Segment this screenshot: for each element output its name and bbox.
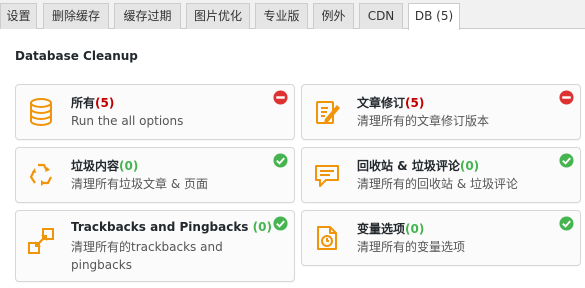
card-title: 变量选项(0) (357, 222, 425, 236)
card-description: Run the all options (71, 114, 184, 128)
count-badge: (0) (459, 159, 480, 173)
card-all[interactable]: 所有(5) Run the all options (15, 84, 295, 140)
tab-db[interactable]: DB (5) (408, 3, 460, 30)
tab-image-optimization[interactable]: 图片优化 (186, 3, 250, 29)
section-title: Database Cleanup (15, 49, 138, 63)
count-badge: (0) (119, 159, 139, 173)
tab-premium[interactable]: 专业版 (255, 3, 308, 29)
remove-icon (273, 90, 288, 105)
tab-cdn[interactable]: CDN (359, 3, 403, 29)
card-title: 所有(5) (71, 96, 115, 110)
card-trash-spam-comments[interactable]: 回收站 & 垃圾评论(0) 清理所有的回收站 & 垃圾评论 (301, 147, 581, 203)
card-trackbacks-pingbacks[interactable]: Trackbacks and Pingbacks (0) 清理所有的trackb… (15, 210, 295, 282)
check-icon (273, 216, 288, 231)
card-title: 文章修订(5) (357, 96, 425, 110)
tab-settings[interactable]: 设置 (0, 3, 37, 29)
card-description: 清理所有的trackbacks and pingbacks (71, 240, 223, 272)
card-post-revisions[interactable]: 文章修订(5) 清理所有的文章修订版本 (301, 84, 581, 140)
tab-exclude[interactable]: 例外 (313, 3, 354, 29)
tab-delete-cache[interactable]: 删除缓存 (43, 3, 109, 29)
check-icon (273, 153, 288, 168)
card-title: 回收站 & 垃圾评论(0) (357, 159, 480, 173)
edit-document-icon (316, 101, 340, 124)
arrows-icon (28, 228, 54, 254)
recycle-icon (29, 163, 52, 186)
card-description: 清理所有的变量选项 (357, 240, 466, 254)
card-description: 清理所有垃圾文章 & 页面 (71, 177, 208, 191)
card-transient-options[interactable]: 变量选项(0) 清理所有的变量选项 (301, 210, 581, 266)
tab-bar: 设置 删除缓存 缓存过期 图片优化 专业版 例外 CDN DB (5) (0, 0, 585, 30)
card-spam-content[interactable]: 垃圾内容(0) 清理所有垃圾文章 & 页面 (15, 147, 295, 203)
check-icon (559, 153, 574, 168)
count-badge: (5) (405, 96, 425, 110)
count-badge: (0) (405, 222, 425, 236)
database-icon (30, 98, 52, 126)
clock-page-icon (317, 226, 337, 250)
remove-icon (559, 90, 574, 105)
card-description: 清理所有的回收站 & 垃圾评论 (357, 177, 518, 191)
comment-icon (315, 165, 339, 187)
card-title: 垃圾内容(0) (71, 159, 139, 173)
card-description: 清理所有的文章修订版本 (357, 114, 490, 128)
tab-cache-timeout[interactable]: 缓存过期 (114, 3, 181, 29)
check-icon (559, 216, 574, 231)
count-badge: (0) (252, 220, 272, 234)
count-badge: (5) (95, 96, 115, 110)
card-title: Trackbacks and Pingbacks (0) (71, 220, 272, 234)
